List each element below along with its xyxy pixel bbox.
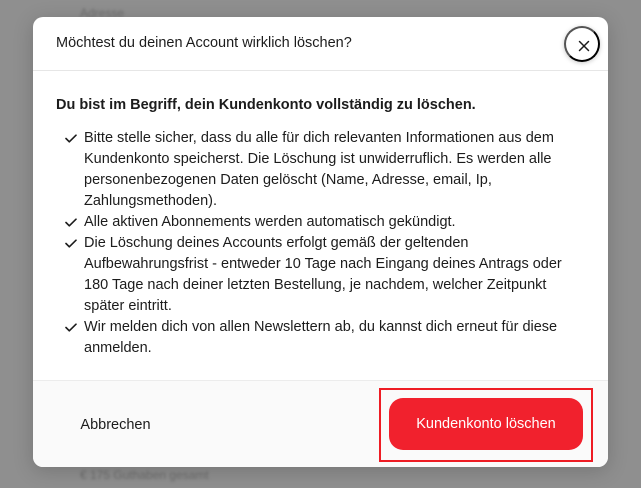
background-text-bottom: € 175 Guthaben gesamt [80, 468, 209, 482]
check-icon [65, 239, 77, 248]
info-item-line: Zahlungsmethoden). [84, 193, 217, 209]
info-item-line: Kundenkonto speicherst. Die Löschung ist… [84, 151, 552, 167]
info-item-line: anmelden. [84, 340, 152, 356]
close-icon [578, 40, 590, 52]
dialog-title: Möchtest du deinen Account wirklich lösc… [56, 35, 352, 51]
info-item-line: Alle aktiven Abonnements werden automati… [84, 214, 456, 230]
delete-account-dialog: Möchtest du deinen Account wirklich lösc… [33, 17, 608, 467]
check-icon [65, 323, 77, 332]
check-icon [65, 134, 77, 143]
delete-account-button[interactable]: Kundenkonto löschen [389, 398, 583, 450]
info-list-item: Wir melden dich von allen Newslettern ab… [56, 317, 586, 359]
info-item-line: später eintritt. [84, 298, 172, 314]
info-list-item: Die Löschung deines Accounts erfolgt gem… [56, 233, 586, 317]
info-item-line: Wir melden dich von allen Newslettern ab… [84, 319, 558, 335]
cancel-button[interactable]: Abbrechen [58, 403, 173, 447]
dialog-body: Du bist im Begriff, dein Kundenkonto vol… [56, 96, 586, 359]
dialog-header: Möchtest du deinen Account wirklich lösc… [33, 17, 608, 71]
dialog-footer: Abbrechen Kundenkonto löschen [33, 380, 608, 467]
info-list-item: Bitte stelle sicher, dass du alle für di… [56, 128, 586, 212]
info-item-line: Die Löschung deines Accounts erfolgt gem… [84, 235, 469, 251]
info-list-item: Alle aktiven Abonnements werden automati… [56, 212, 586, 233]
check-icon [65, 218, 77, 227]
dialog-lead-text: Du bist im Begriff, dein Kundenkonto vol… [56, 97, 476, 113]
info-item-line: 180 Tage nach deiner letzten Bestellung,… [84, 277, 547, 293]
info-item-line: Aufbewahrungsfrist - entweder 10 Tage na… [84, 256, 562, 272]
info-item-line: Bitte stelle sicher, dass du alle für di… [84, 130, 554, 146]
close-button[interactable] [564, 26, 600, 62]
info-item-line: personenbezogenen Daten gelöscht (Name, … [84, 172, 492, 188]
info-list: Bitte stelle sicher, dass du alle für di… [56, 128, 586, 359]
